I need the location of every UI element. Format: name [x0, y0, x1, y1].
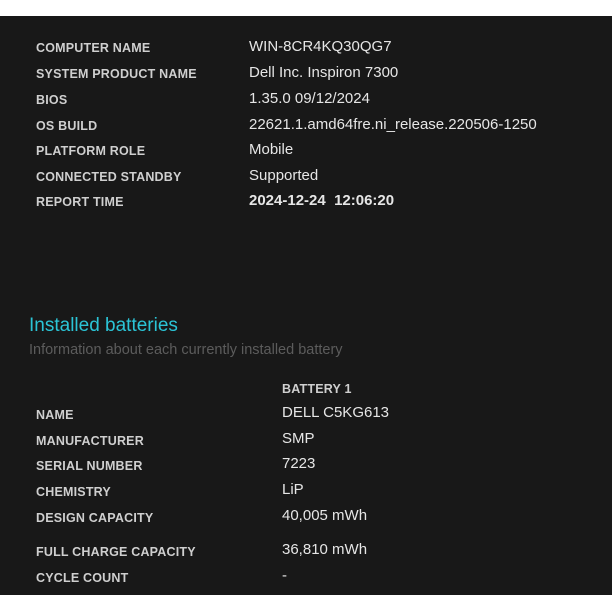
system-info-label: OS BUILD: [36, 119, 98, 133]
system-info-value: 2024-12-24 12:06:20: [249, 192, 395, 209]
system-info-label: BIOS: [36, 93, 68, 107]
battery-info-label: CYCLE COUNT: [36, 571, 129, 585]
system-info-value: Dell Inc. Inspiron 7300: [249, 64, 399, 81]
installed-batteries-subtitle: Information about each currently install…: [29, 342, 343, 358]
battery-info-label: FULL CHARGE CAPACITY: [36, 545, 196, 559]
installed-batteries-heading: Installed batteries: [29, 315, 178, 336]
battery-1-column-header: BATTERY 1: [282, 382, 352, 396]
battery-info-label: NAME: [36, 408, 74, 422]
system-info-label: PLATFORM ROLE: [36, 144, 146, 158]
system-info-label: SYSTEM PRODUCT NAME: [36, 67, 197, 81]
system-info-label: COMPUTER NAME: [36, 41, 151, 55]
system-info-value: Supported: [249, 167, 319, 184]
battery-info-value: DELL C5KG613: [282, 404, 390, 421]
system-info-value: WIN-8CR4KQ30QG7: [249, 38, 392, 55]
battery-info-value: 36,810 mWh: [282, 541, 368, 558]
system-info-value: 1.35.0 09/12/2024: [249, 90, 370, 107]
battery-info-label: MANUFACTURER: [36, 434, 144, 448]
system-info-label: REPORT TIME: [36, 195, 124, 209]
system-info-value: 22621.1.amd64fre.ni_release.220506-1250: [249, 116, 537, 133]
system-info-value: Mobile: [249, 141, 294, 158]
battery-info-value: SMP: [282, 430, 315, 447]
system-info-label: CONNECTED STANDBY: [36, 170, 182, 184]
battery-info-value: 40,005 mWh: [282, 507, 368, 524]
battery-info-value: -: [282, 567, 287, 584]
battery-info-value: LiP: [282, 481, 304, 498]
battery-info-label: CHEMISTRY: [36, 485, 111, 499]
battery-info-label: DESIGN CAPACITY: [36, 511, 154, 525]
battery-info-value: 7223: [282, 455, 316, 472]
battery-info-label: SERIAL NUMBER: [36, 459, 143, 473]
